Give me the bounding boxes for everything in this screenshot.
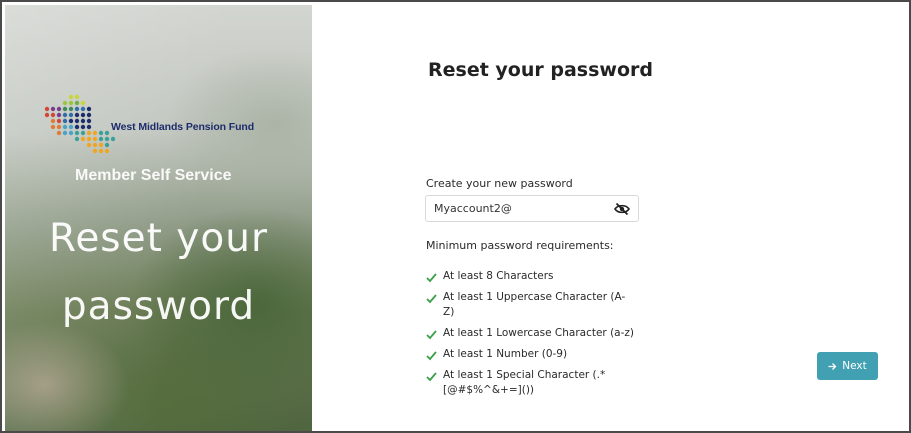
requirements-list: At least 8 Characters At least 1 Upperca… [426,269,646,404]
requirement-text: At least 1 Special Character (.*[@#$%^&+… [443,369,606,396]
check-icon [426,372,437,382]
requirement-item: At least 8 Characters [426,269,646,284]
next-button-label: Next [842,360,867,372]
requirement-item: At least 1 Uppercase Character (A-Z) [426,290,646,320]
requirement-text: At least 1 Lowercase Character (a-z) [443,327,635,339]
hero-title-line1: Reset your [48,216,269,261]
requirements-heading: Minimum password requirements: [426,239,614,252]
check-icon [426,351,437,361]
screenshot-frame: West Midlands Pension Fund Member Self S… [0,0,911,433]
org-name: West Midlands Pension Fund [111,121,255,133]
hero-title: Reset your password [5,205,312,341]
page-title: Reset your password [428,59,653,81]
arrow-right-icon [828,362,837,370]
requirement-item: At least 1 Special Character (.*[@#$%^&+… [426,368,646,398]
reset-password-form: Reset your password Create your new pass… [312,5,906,428]
requirement-text: At least 1 Uppercase Character (A-Z) [443,291,626,318]
eye-slash-icon[interactable] [614,202,630,216]
requirement-text: At least 8 Characters [443,270,554,282]
hero-panel: West Midlands Pension Fund Member Self S… [5,5,312,431]
password-label: Create your new password [426,177,573,190]
check-icon [426,294,437,304]
check-icon [426,273,437,283]
hero-subtitle: Member Self Service [75,167,232,184]
password-field[interactable] [425,195,639,222]
requirement-item: At least 1 Lowercase Character (a-z) [426,326,646,341]
password-input[interactable] [426,196,596,221]
next-button[interactable]: Next [817,352,878,380]
check-icon [426,330,437,340]
requirement-text: At least 1 Number (0-9) [443,348,568,360]
hero-title-line2: password [61,284,256,329]
requirement-item: At least 1 Number (0-9) [426,347,646,362]
